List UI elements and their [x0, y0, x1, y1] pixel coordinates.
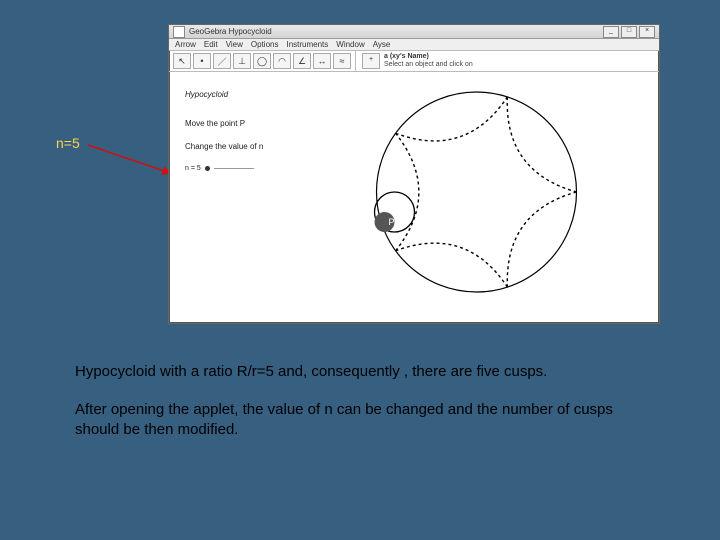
pane-instruction-2: Change the value of n [185, 142, 318, 151]
menu-item[interactable]: Ayse [373, 40, 391, 49]
annotation-n-equals: n=5 [56, 135, 80, 151]
close-button[interactable]: × [639, 26, 655, 38]
pane-instruction-1: Move the point P [185, 119, 318, 128]
input-hint: Select an object and click on [384, 61, 473, 69]
cursor-icon[interactable]: ↖ [173, 53, 191, 69]
toolbar-left: ↖ • ／ ⊥ ◯ ◠ ∠ ↔ ≈ [169, 51, 356, 71]
arrow-icon [86, 143, 176, 183]
menu-item[interactable]: Window [336, 40, 364, 49]
slider-label: n = 5 [185, 165, 201, 172]
caption-paragraph-2: After opening the applet, the value of n… [75, 400, 660, 439]
menu-item[interactable]: Arrow [175, 40, 196, 49]
menu-item[interactable]: Edit [204, 40, 218, 49]
slider-thumb-icon [205, 166, 210, 171]
menu-item[interactable]: Instruments [286, 40, 328, 49]
menubar: Arrow Edit View Options Instruments Wind… [169, 39, 659, 51]
titlebar: GeoGebra Hypocycloid _ □ × [169, 25, 659, 39]
point-icon[interactable]: • [193, 53, 211, 69]
transform-icon[interactable]: ↔ [313, 53, 331, 69]
toolbar: ↖ • ／ ⊥ ◯ ◠ ∠ ↔ ≈ + a (xy's Name) Select… [169, 51, 659, 72]
angle-icon[interactable]: ∠ [293, 53, 311, 69]
slider-track-icon [214, 168, 254, 169]
annotation-label: n=5 [56, 135, 80, 151]
circle-icon[interactable]: ◯ [253, 53, 271, 69]
ellipse-icon[interactable]: ◠ [273, 53, 291, 69]
slider-icon[interactable]: ≈ [333, 53, 351, 69]
graph-pane[interactable]: P [324, 72, 659, 324]
add-button[interactable]: + [362, 53, 380, 69]
menu-item[interactable]: View [226, 40, 243, 49]
toolbar-right: + a (xy's Name) Select an object and cli… [356, 51, 659, 71]
minimize-button[interactable]: _ [603, 26, 619, 38]
window-title: GeoGebra Hypocycloid [189, 27, 601, 36]
app-icon [173, 26, 185, 38]
segment-icon[interactable]: ／ [213, 53, 231, 69]
perpendicular-icon[interactable]: ⊥ [233, 53, 251, 69]
maximize-button[interactable]: □ [621, 26, 637, 38]
text-pane: Hypocycloid Move the point P Change the … [169, 72, 324, 324]
menu-item[interactable]: Options [251, 40, 279, 49]
app-body: Hypocycloid Move the point P Change the … [169, 72, 659, 324]
app-window: GeoGebra Hypocycloid _ □ × Arrow Edit Vi… [168, 24, 660, 324]
caption-paragraph-1: Hypocycloid with a ratio R/r=5 and, cons… [75, 362, 660, 382]
hypocycloid-plot: P [324, 72, 659, 324]
pane-heading: Hypocycloid [185, 90, 318, 99]
input-caption: a (xy's Name) [384, 53, 473, 61]
point-p-label: P [389, 217, 395, 227]
n-slider[interactable]: n = 5 [185, 165, 318, 172]
